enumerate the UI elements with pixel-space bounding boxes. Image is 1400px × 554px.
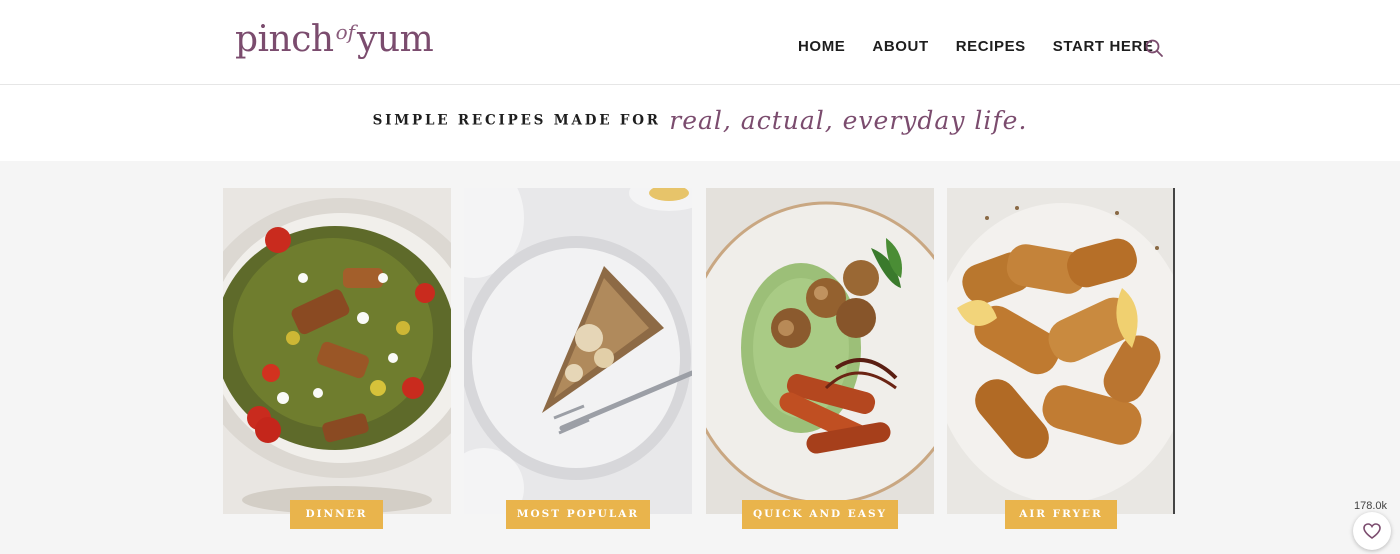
site-logo[interactable]: pinch of yum [235, 18, 434, 74]
tagline: SIMPLE RECIPES MADE FOR real, actual, ev… [0, 106, 1400, 135]
category-card-dinner[interactable] [223, 188, 451, 514]
logo-text-of: of [335, 20, 356, 44]
nav-recipes[interactable]: RECIPES [956, 38, 1026, 55]
main-nav: HOME ABOUT RECIPES START HERE [798, 38, 1154, 55]
air-fryer-chicken-tenders-photo [947, 188, 1175, 514]
tagline-script: real, actual, everyday life. [669, 106, 1028, 135]
category-card-most-popular[interactable] [464, 188, 692, 514]
category-card-air-fryer[interactable] [947, 188, 1175, 514]
category-card-quick-and-easy[interactable] [706, 188, 934, 514]
site-header: pinch of yum HOME ABOUT RECIPES START HE… [0, 0, 1400, 85]
category-badge-dinner[interactable]: DINNER [290, 500, 383, 529]
category-badge-quick-and-easy[interactable]: QUICK AND EASY [742, 500, 898, 529]
nav-start-here[interactable]: START HERE [1053, 38, 1154, 55]
nav-about[interactable]: ABOUT [872, 38, 928, 55]
like-button[interactable] [1353, 512, 1391, 550]
category-grid: DINNER MOST POPULAR QUICK AND EASY AIR F… [0, 161, 1400, 554]
logo-text-yum: yum [357, 19, 434, 60]
tagline-band: SIMPLE RECIPES MADE FOR real, actual, ev… [0, 86, 1400, 161]
nav-home[interactable]: HOME [798, 38, 845, 55]
salad-bowl-photo [223, 188, 451, 514]
potatoes-sweet-potato-plate-photo [706, 188, 934, 514]
category-badge-most-popular[interactable]: MOST POPULAR [506, 500, 650, 529]
heart-icon [1363, 523, 1381, 539]
search-icon[interactable] [1144, 38, 1164, 58]
tagline-caps: SIMPLE RECIPES MADE FOR [372, 112, 661, 129]
likes-count: 178.0k [1354, 500, 1388, 512]
coffee-cake-slice-photo [464, 188, 692, 514]
logo-text-pinch: pinch [235, 19, 334, 60]
category-badge-air-fryer[interactable]: AIR FRYER [1005, 500, 1117, 529]
